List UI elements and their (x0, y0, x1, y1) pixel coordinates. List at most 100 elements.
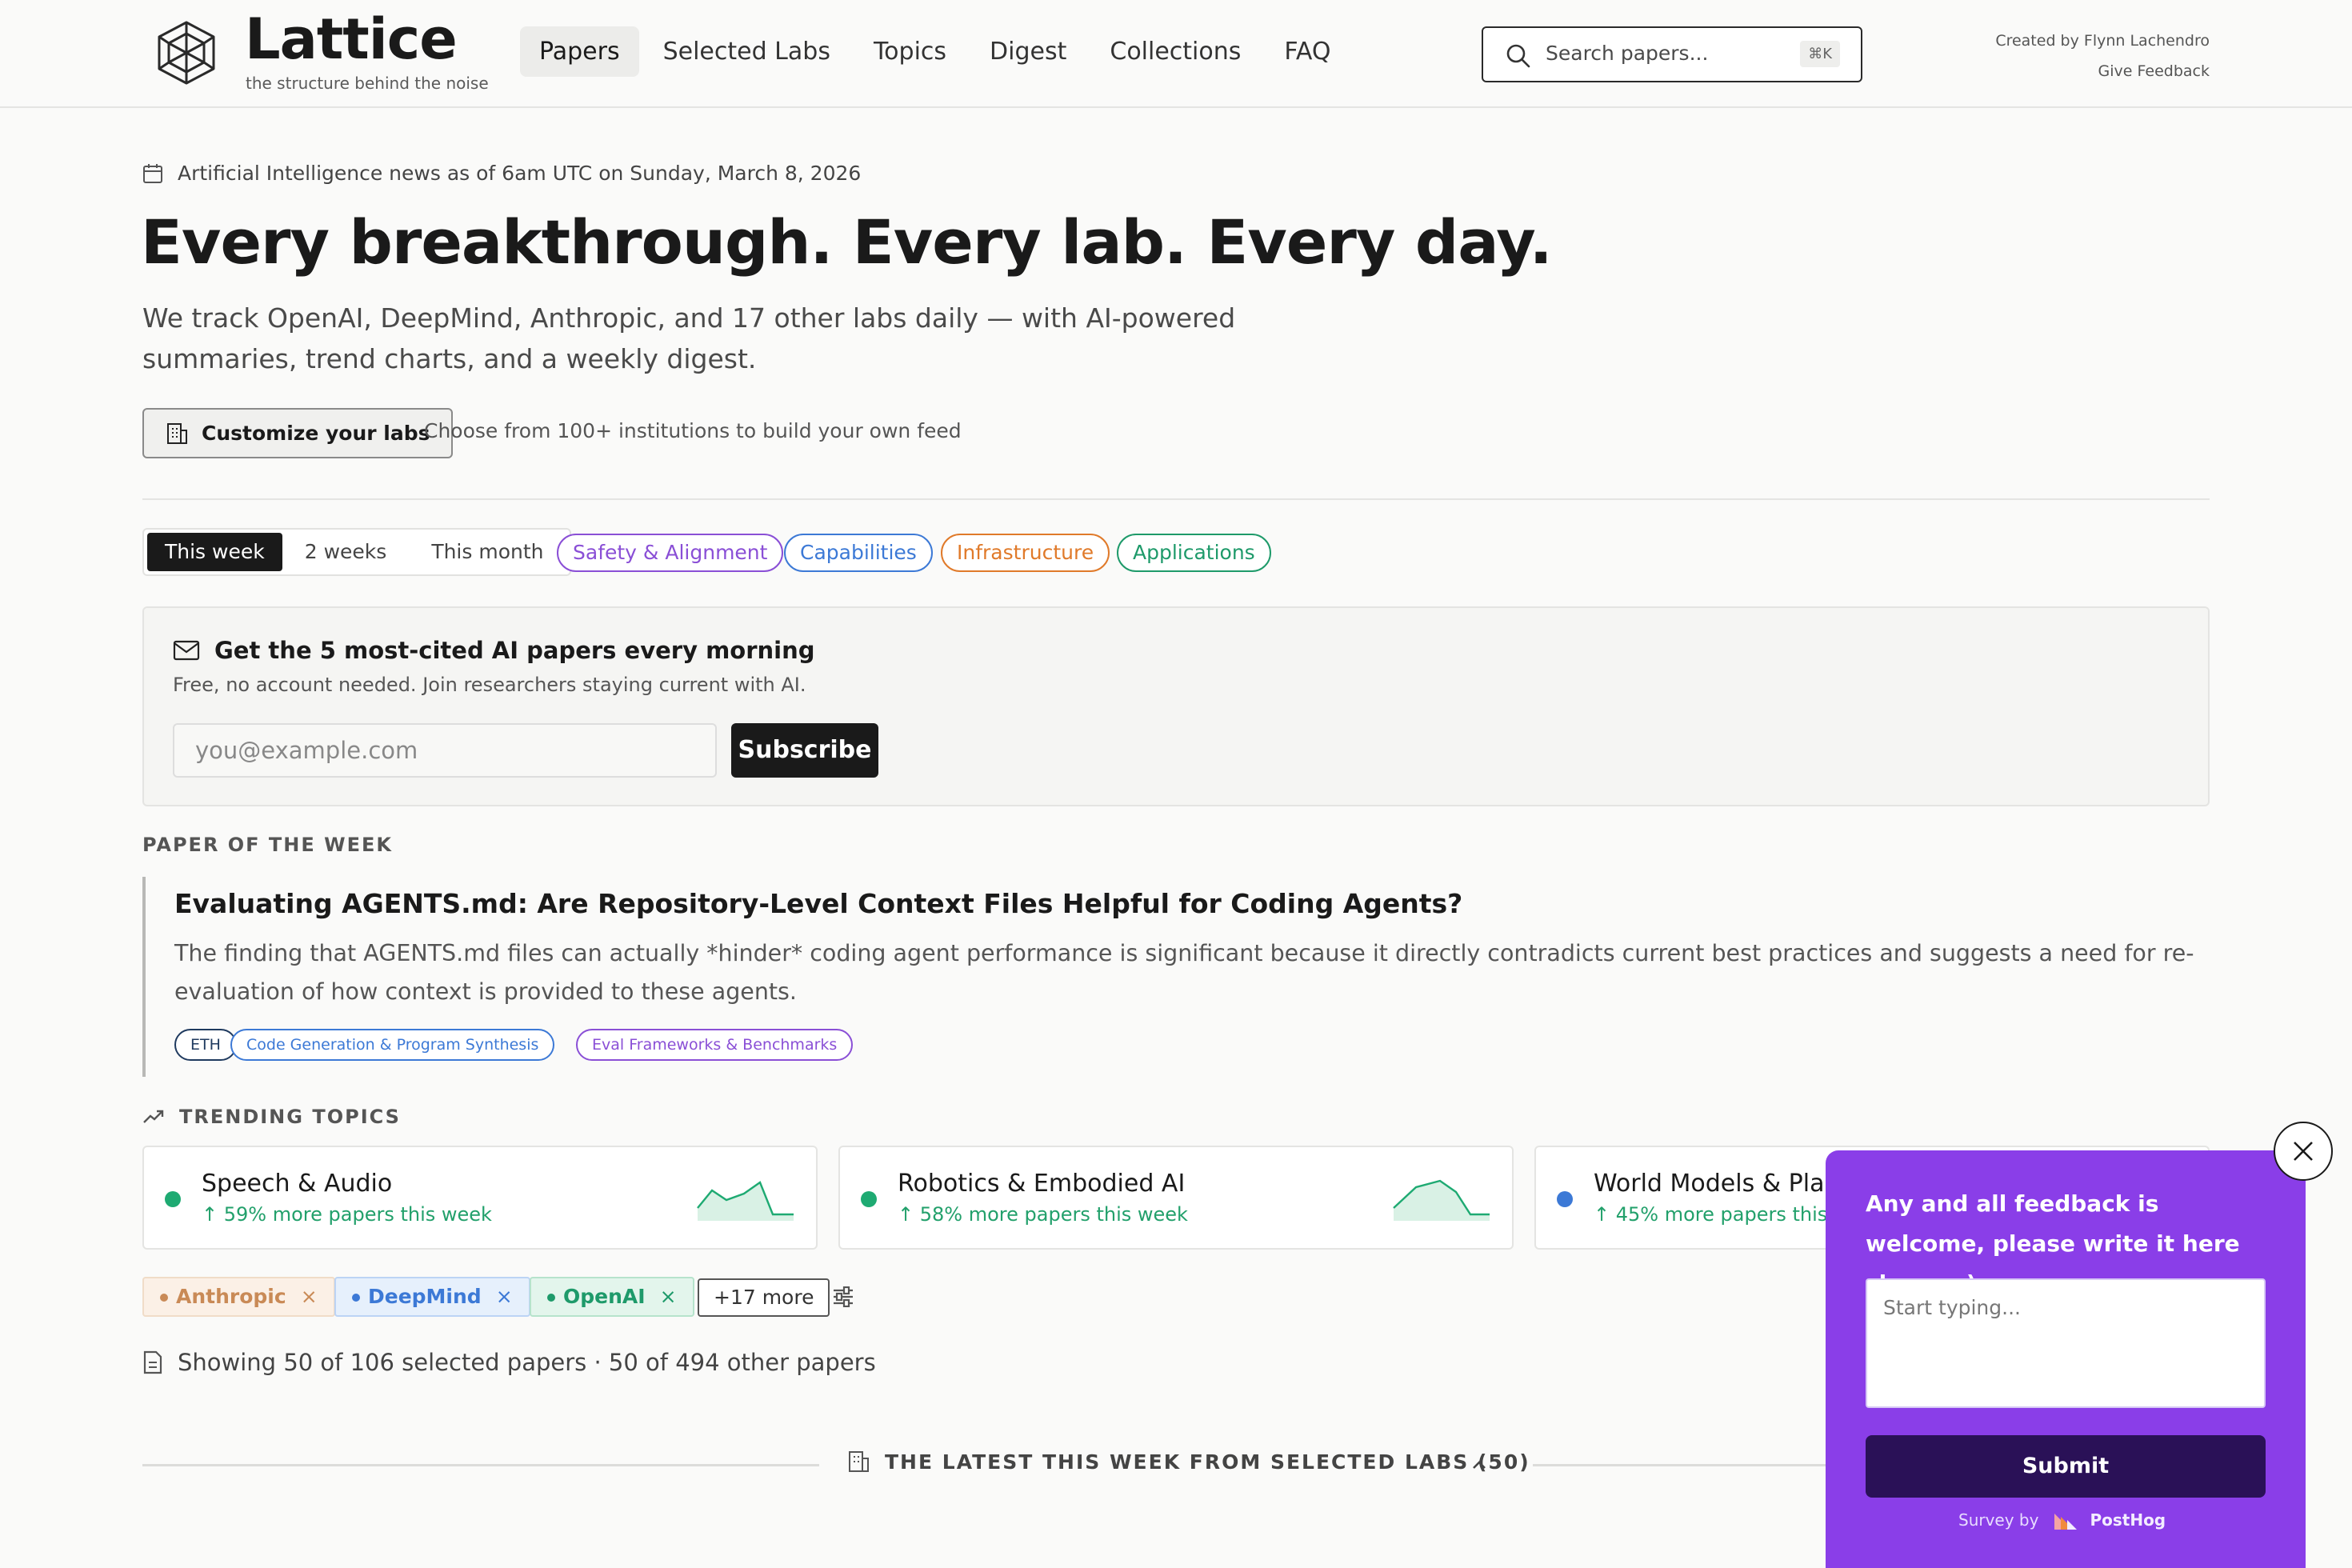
close-icon (2294, 1142, 2313, 1161)
remove-lab-icon[interactable]: × (301, 1285, 318, 1308)
time-range-this-month[interactable]: This month (409, 533, 566, 571)
nav-papers[interactable]: Papers (520, 26, 639, 77)
email-field[interactable]: you@example.com (173, 723, 717, 778)
subscribe-button[interactable]: Subscribe (731, 723, 878, 778)
newsletter-title: Get the 5 most-cited AI papers every mor… (214, 637, 815, 664)
filter-settings-icon[interactable] (832, 1286, 854, 1307)
lab-dot (547, 1294, 555, 1302)
topic-stat: ↑ 59% more papers this week (202, 1203, 492, 1226)
posthog-logo-icon (2054, 1514, 2078, 1530)
top-header: Lattice the structure behind the noise P… (0, 0, 2352, 108)
trending-topic-card[interactable]: Robotics & Embodied AI ↑ 58% more papers… (838, 1146, 1514, 1250)
main-nav: Papers Selected Labs Topics Digest Colle… (520, 26, 1350, 77)
lab-chip-openai[interactable]: OpenAI × (530, 1277, 694, 1317)
nav-collections[interactable]: Collections (1090, 26, 1260, 77)
nav-digest[interactable]: Digest (970, 26, 1086, 77)
topic-name: Robotics & Embodied AI (898, 1170, 1186, 1198)
app-title[interactable]: Lattice (245, 6, 458, 72)
nav-faq[interactable]: FAQ (1265, 26, 1350, 77)
topic-sparkline (697, 1181, 794, 1221)
posthog-brand-text: PostHog (2090, 1510, 2166, 1530)
topic-stat: ↑ 45% more papers this (1594, 1203, 1828, 1226)
divider (142, 498, 2210, 500)
lab-chip-deepmind[interactable]: DeepMind × (334, 1277, 530, 1317)
trending-topic-card[interactable]: Speech & Audio ↑ 59% more papers this we… (142, 1146, 818, 1250)
topic-status-dot (165, 1191, 181, 1207)
topic-name: World Models & Plan (1594, 1170, 1840, 1198)
close-feedback-button[interactable] (2274, 1122, 2333, 1181)
calendar-icon (143, 163, 162, 183)
time-range-toggle: This week 2 weeks This month (142, 528, 571, 576)
paper-of-week-summary: The finding that AGENTS.md files can act… (174, 940, 2194, 1005)
paper-of-week-title[interactable]: Evaluating AGENTS.md: Are Repository-Lev… (174, 888, 1462, 919)
time-range-this-week[interactable]: This week (147, 533, 282, 571)
lab-chip-label: Anthropic (176, 1285, 286, 1308)
lab-chip-label: OpenAI (563, 1285, 646, 1308)
search-shortcut-badge: ⌘K (1800, 41, 1840, 67)
paper-tag-eth[interactable]: ETH (174, 1029, 237, 1061)
topic-status-dot (1557, 1191, 1573, 1207)
results-summary: Showing 50 of 106 selected papers · 50 o… (142, 1349, 876, 1376)
search-icon (1506, 44, 1530, 68)
lab-chip-anthropic[interactable]: Anthropic × (142, 1277, 335, 1317)
paper-tag-code-generation[interactable]: Code Generation & Program Synthesis (230, 1029, 555, 1061)
category-chip-safety[interactable]: Safety & Alignment (557, 534, 784, 572)
mail-icon (173, 640, 200, 661)
section-divider-line (142, 1464, 819, 1466)
building-icon (849, 1451, 869, 1472)
feedback-textarea[interactable]: Start typing... (1866, 1278, 2266, 1408)
trending-topics-label: TRENDING TOPICS (142, 1106, 401, 1128)
dateline: Artificial Intelligence news as of 6am U… (142, 162, 861, 185)
category-chip-applications[interactable]: Applications (1117, 534, 1271, 572)
lattice-logo-icon[interactable] (154, 19, 219, 86)
newsletter-card: Get the 5 most-cited AI papers every mor… (142, 606, 2210, 806)
posthog-brand[interactable]: PostHog (2053, 1509, 2166, 1531)
category-chip-capabilities[interactable]: Capabilities (784, 534, 933, 572)
document-icon (143, 1350, 162, 1374)
newsletter-title-row: Get the 5 most-cited AI papers every mor… (173, 637, 815, 664)
feedback-survey-panel: Any and all feedback is welcome, please … (1826, 1150, 2306, 1568)
survey-attribution: Survey by PostHog (1958, 1509, 2166, 1531)
topic-sparkline (1393, 1179, 1490, 1221)
results-summary-text: Showing 50 of 106 selected papers · 50 o… (178, 1349, 876, 1376)
remove-lab-icon[interactable]: × (496, 1285, 513, 1308)
survey-by-text: Survey by (1958, 1510, 2039, 1530)
newsletter-subtitle: Free, no account needed. Join researcher… (173, 674, 806, 696)
app-tagline: the structure behind the noise (246, 74, 489, 93)
search-placeholder[interactable]: Search papers... (1546, 42, 1708, 65)
category-chip-infrastructure[interactable]: Infrastructure (941, 534, 1110, 572)
topic-stat-text: 58% more papers this week (919, 1203, 1188, 1226)
customize-note: Choose from 100+ institutions to build y… (424, 419, 962, 442)
dateline-text: Artificial Intelligence news as of 6am U… (178, 162, 862, 185)
building-icon (167, 422, 187, 444)
search-box[interactable]: Search papers... ⌘K (1482, 26, 1862, 82)
latest-section-header[interactable]: THE LATEST THIS WEEK FROM SELECTED LABS … (846, 1450, 1530, 1474)
latest-section-title: THE LATEST THIS WEEK FROM SELECTED LABS … (885, 1450, 1530, 1474)
chevron-up-icon[interactable] (1469, 1454, 1490, 1475)
page-subhead: We track OpenAI, DeepMind, Anthropic, an… (142, 302, 1236, 374)
give-feedback-link[interactable]: Give Feedback (1995, 56, 2210, 86)
topic-stat-text: 59% more papers this week (223, 1203, 492, 1226)
more-labs-button[interactable]: +17 more (698, 1278, 830, 1317)
lab-dot (352, 1294, 360, 1302)
topic-name: Speech & Audio (202, 1170, 393, 1198)
topic-stat: ↑ 58% more papers this week (898, 1203, 1188, 1226)
nav-topics[interactable]: Topics (854, 26, 966, 77)
credit-block: Created by Flynn Lachendro Give Feedback (1995, 26, 2210, 86)
created-by-link[interactable]: Created by Flynn Lachendro (1995, 26, 2210, 56)
topic-status-dot (861, 1191, 877, 1207)
customize-labs-button[interactable]: Customize your labs (142, 408, 453, 458)
topic-stat-text: 45% more papers this (1615, 1203, 1828, 1226)
lab-chip-label: DeepMind (368, 1285, 482, 1308)
nav-selected-labs[interactable]: Selected Labs (644, 26, 850, 77)
paper-tag-eval-frameworks[interactable]: Eval Frameworks & Benchmarks (576, 1029, 854, 1061)
trending-topics-title: TRENDING TOPICS (179, 1106, 401, 1128)
paper-of-week-card: Evaluating AGENTS.md: Are Repository-Lev… (142, 877, 2210, 1077)
lab-dot (160, 1294, 168, 1302)
customize-labs-label: Customize your labs (202, 422, 430, 445)
page-headline: Every breakthrough. Every lab. Every day… (141, 206, 1553, 278)
feedback-submit-button[interactable]: Submit (1866, 1435, 2266, 1498)
time-range-2-weeks[interactable]: 2 weeks (282, 533, 410, 571)
trending-up-icon (143, 1110, 164, 1123)
remove-lab-icon[interactable]: × (660, 1285, 677, 1308)
